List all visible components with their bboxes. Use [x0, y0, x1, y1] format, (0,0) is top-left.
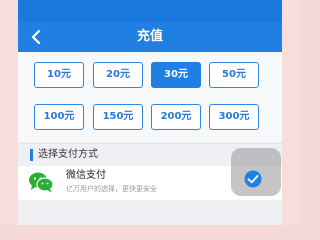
- amount-button-200[interactable]: 200元: [151, 104, 201, 130]
- payment-section-label: 选择支付方式: [38, 149, 98, 160]
- section-accent-bar: [30, 149, 33, 161]
- phone-frame-right: [282, 0, 300, 225]
- amount-button-100[interactable]: 100元: [34, 104, 84, 130]
- page-title: 充值: [136, 29, 163, 44]
- amount-button-10[interactable]: 10元: [34, 62, 84, 88]
- amount-button-150[interactable]: 150元: [93, 104, 143, 130]
- bottom-area: [18, 200, 282, 225]
- check-circle-icon[interactable]: [244, 170, 262, 188]
- payment-method-desc: 亿万用户的选择，更快更安全: [66, 185, 157, 193]
- status-bar: [18, 0, 282, 22]
- divider: [18, 143, 282, 144]
- phone-frame-left: [0, 0, 18, 225]
- payment-method-name: 微信支付: [66, 170, 106, 181]
- amount-grid: 10元 20元 30元 50元 100元 150元 200元 300元: [18, 52, 282, 142]
- amount-button-30[interactable]: 30元: [151, 62, 201, 88]
- app-screen: 充值 10元 20元 30元 50元 100元 150元 200元 300元 选…: [18, 0, 282, 225]
- wechat-icon: [29, 172, 54, 193]
- amount-button-300[interactable]: 300元: [209, 104, 259, 130]
- header-bar: 充值: [18, 22, 282, 52]
- amount-button-20[interactable]: 20元: [93, 62, 143, 88]
- amount-button-50[interactable]: 50元: [209, 62, 259, 88]
